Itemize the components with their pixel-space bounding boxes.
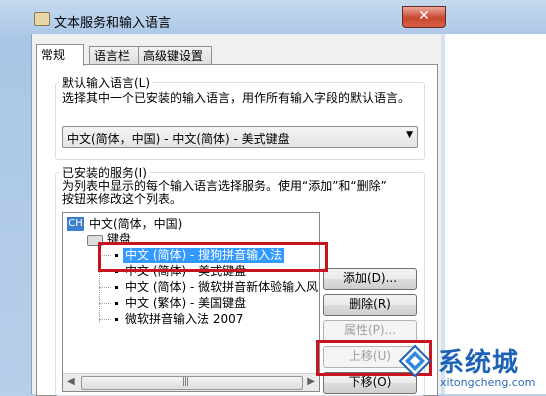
tree-connector [99, 319, 111, 320]
close-button[interactable]: ✕ [402, 6, 446, 28]
installed-services-tree[interactable]: CH 中文(简体，中国) 键盘 中文 (简体) - 搜狗拼音输入法 中文 (简体… [62, 212, 320, 392]
tab-general[interactable]: 常规 [36, 44, 84, 66]
watermark-brand: 系统城 [438, 348, 520, 378]
watermark: 系统城 xitongcheng.com [396, 340, 546, 394]
properties-button[interactable]: 属性(P)... [323, 320, 417, 342]
highlight-box-sogou [98, 242, 328, 272]
installed-services-description-line2: 按钮来修改这个列表。 [62, 192, 183, 206]
service-item-ms-pinyin-2007[interactable]: 微软拼音输入法 2007 [125, 312, 243, 327]
tab-advanced-key-settings[interactable]: 高级键设置 [138, 46, 212, 65]
chevron-down-icon: ▼ [406, 130, 413, 140]
default-language-dropdown[interactable]: 中文(简体，中国) - 中文(简体) - 美式键盘 ▼ [62, 126, 418, 148]
default-language-value: 中文(简体，中国) - 中文(简体) - 美式键盘 [67, 132, 290, 146]
scroll-right-icon[interactable]: ▶ [307, 376, 315, 387]
scroll-left-icon[interactable]: ◀ [67, 376, 75, 387]
default-language-title: 默认输入语言(L) [60, 74, 153, 91]
tree-connector [99, 287, 111, 288]
add-button[interactable]: 添加(D)... [323, 268, 417, 290]
language-badge: CH [67, 217, 84, 231]
horizontal-scrollbar[interactable]: ◀ ||| ▶ [63, 373, 319, 391]
tree-connector [99, 303, 111, 304]
tree-language-item[interactable]: 中文(简体，中国) [89, 217, 182, 232]
app-icon [34, 12, 50, 26]
tab-language-bar[interactable]: 语言栏 [89, 46, 139, 65]
watermark-url: xitongcheng.com [440, 376, 536, 389]
service-item-ms-pinyin-new[interactable]: 中文 (简体) - 微软拼音新体验输入风 [125, 280, 318, 295]
bullet-icon [115, 318, 118, 321]
bullet-icon [115, 302, 118, 305]
title-bar[interactable]: 文本服务和输入语言 ✕ [0, 0, 546, 34]
dialog-window: 文本服务和输入语言 ✕ 常规 语言栏 高级键设置 默认输入语言(L) 选择其中一… [0, 0, 546, 396]
default-language-description: 选择其中一个已安装的输入语言，用作所有输入字段的默认语言。 [62, 91, 411, 105]
scrollbar-thumb[interactable]: ||| [81, 376, 303, 390]
grip-icon: ||| [182, 377, 189, 387]
bullet-icon [115, 286, 118, 289]
remove-button[interactable]: 删除(R) [323, 294, 417, 316]
window-title: 文本服务和输入语言 [54, 16, 172, 31]
brand-logo-icon [398, 344, 432, 378]
service-item-traditional-us[interactable]: 中文 (繁体) - 美国键盘 [125, 296, 246, 311]
